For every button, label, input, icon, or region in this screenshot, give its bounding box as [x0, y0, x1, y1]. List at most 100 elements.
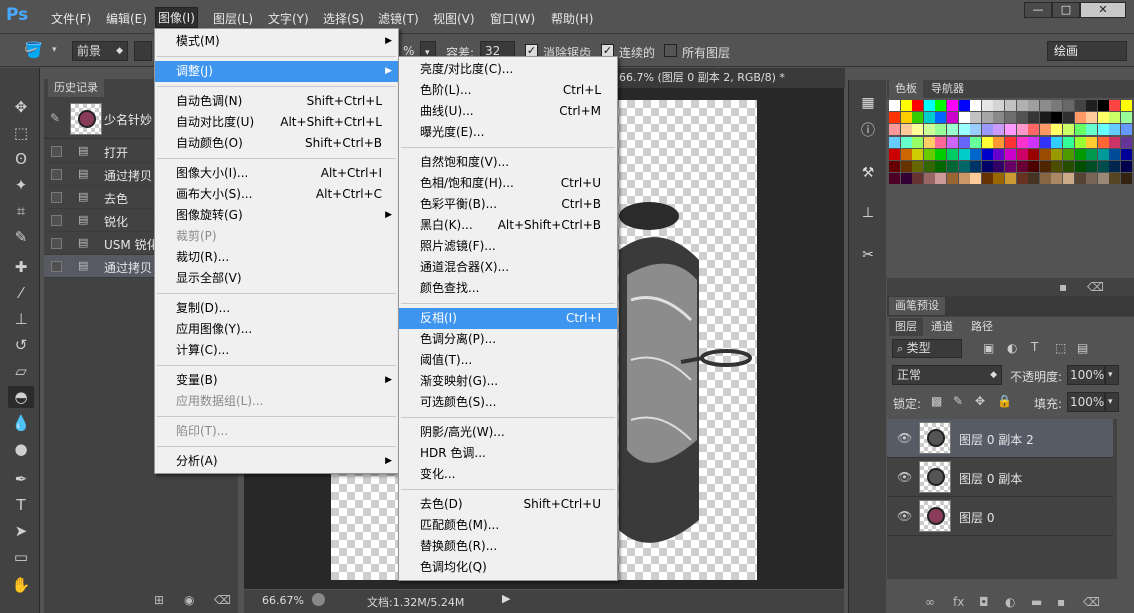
layer-filter-select[interactable]: ⌕ 类型: [892, 339, 962, 358]
menu-layer[interactable]: 图层(L): [213, 10, 253, 27]
color-swatch[interactable]: [889, 124, 900, 136]
image-menu-item-变量[interactable]: 变量(B) ▶: [155, 370, 398, 391]
paint-bucket-tool-icon[interactable]: ◓: [8, 386, 34, 408]
brush-panel-icon[interactable]: ⚒: [857, 162, 879, 184]
color-swatch[interactable]: [1016, 173, 1028, 185]
adjust-menu-item-色调分离[interactable]: 色调分离(P)...: [399, 329, 617, 350]
status-info-icon[interactable]: [312, 593, 325, 606]
color-swatch[interactable]: [923, 161, 935, 172]
pen-tool-icon[interactable]: ✒: [8, 468, 34, 490]
adjust-menu-item-色相-饱和度[interactable]: 色相/饱和度(H)... Ctrl+U: [399, 173, 617, 194]
color-swatch[interactable]: [1086, 173, 1098, 185]
color-swatch[interactable]: [1086, 136, 1098, 148]
color-swatch[interactable]: [970, 112, 982, 124]
snapshot-camera-icon[interactable]: ◉: [184, 593, 194, 607]
menu-filter[interactable]: 滤镜(T): [378, 10, 419, 27]
fx-icon[interactable]: fx: [953, 595, 964, 609]
color-swatch[interactable]: [900, 100, 912, 111]
color-swatch[interactable]: [1005, 148, 1016, 160]
color-swatch[interactable]: [993, 148, 1005, 160]
paint-bucket-icon[interactable]: 🪣: [24, 41, 43, 59]
color-swatch[interactable]: [1028, 136, 1040, 148]
document-tab[interactable]: 66.7% (图层 0 副本 2, RGB/8) *: [615, 68, 845, 88]
pattern-picker[interactable]: [134, 41, 152, 61]
color-swatch[interactable]: [993, 161, 1005, 172]
color-swatch[interactable]: [935, 112, 947, 124]
chevron-down-icon[interactable]: ▾: [52, 45, 57, 55]
color-swatch[interactable]: [1074, 173, 1086, 185]
color-swatch[interactable]: [1121, 136, 1132, 148]
color-swatch[interactable]: [1028, 173, 1040, 185]
color-swatch[interactable]: [923, 173, 935, 185]
color-swatch[interactable]: [912, 112, 924, 124]
color-swatch[interactable]: [1121, 148, 1132, 160]
eyedropper-tool-icon[interactable]: ✎: [8, 226, 34, 248]
info-panel-icon[interactable]: ⓘ: [857, 120, 879, 142]
color-swatch[interactable]: [1039, 112, 1051, 124]
layer-row[interactable]: 👁 图层 0: [887, 497, 1113, 536]
layer-row[interactable]: 👁 图层 0 副本 2: [887, 419, 1113, 458]
color-swatch[interactable]: [1063, 161, 1074, 172]
zoom-level[interactable]: 66.67%: [262, 594, 304, 607]
color-swatch[interactable]: [1063, 100, 1074, 111]
color-swatch[interactable]: [1097, 124, 1109, 136]
color-swatch[interactable]: [981, 124, 993, 136]
visibility-eye-icon[interactable]: 👁: [897, 509, 912, 523]
history-panel-icon[interactable]: ▦: [857, 92, 879, 114]
lock-all-icon[interactable]: 🔒: [997, 394, 1012, 408]
menu-help[interactable]: 帮助(H): [551, 10, 593, 27]
adjust-menu-item-阈值[interactable]: 阈值(T)...: [399, 350, 617, 371]
color-swatch[interactable]: [1016, 100, 1028, 111]
color-swatch[interactable]: [900, 124, 912, 136]
adjust-menu-item-替换颜色[interactable]: 替换颜色(R)...: [399, 536, 617, 557]
color-swatch[interactable]: [1097, 173, 1109, 185]
color-swatch[interactable]: [1051, 173, 1063, 185]
adjust-menu-item-自然饱和度[interactable]: 自然饱和度(V)...: [399, 152, 617, 173]
color-swatch[interactable]: [1109, 112, 1121, 124]
menu-image[interactable]: 图像(I): [155, 7, 198, 28]
color-swatch[interactable]: [1063, 124, 1074, 136]
color-swatch[interactable]: [1039, 173, 1051, 185]
color-swatch[interactable]: [1063, 173, 1074, 185]
color-swatch[interactable]: [923, 136, 935, 148]
color-swatch[interactable]: [1063, 136, 1074, 148]
link-layers-icon[interactable]: ∞: [925, 595, 935, 609]
color-swatch[interactable]: [923, 112, 935, 124]
color-swatch[interactable]: [947, 161, 958, 172]
color-swatch[interactable]: [1121, 161, 1132, 172]
adjust-menu-item-HDR-色调[interactable]: HDR 色调...: [399, 443, 617, 464]
visibility-eye-icon[interactable]: 👁: [897, 431, 912, 445]
color-swatch[interactable]: [1051, 112, 1063, 124]
color-swatch[interactable]: [1039, 136, 1051, 148]
minimize-button[interactable]: —: [1024, 2, 1052, 18]
lasso-tool-icon[interactable]: ʘ: [8, 148, 34, 170]
add-mask-icon[interactable]: ◘: [979, 595, 989, 609]
history-state-checkbox[interactable]: [51, 238, 62, 249]
new-swatch-icon[interactable]: ▪: [1059, 280, 1067, 294]
color-swatch[interactable]: [1097, 100, 1109, 111]
color-swatch[interactable]: [935, 173, 947, 185]
color-swatch[interactable]: [1109, 100, 1121, 111]
color-swatch[interactable]: [1074, 161, 1086, 172]
adjust-menu-item-色阶[interactable]: 色阶(L)... Ctrl+L: [399, 80, 617, 101]
blur-tool-icon[interactable]: 💧: [8, 412, 34, 434]
filter-pixel-icon[interactable]: ▣: [983, 341, 994, 355]
image-menu-item-图像大小[interactable]: 图像大小(I)... Alt+Ctrl+I: [155, 163, 398, 184]
color-swatch[interactable]: [900, 173, 912, 185]
color-swatch[interactable]: [1028, 112, 1040, 124]
adjust-menu-item-颜色查找[interactable]: 颜色查找...: [399, 278, 617, 299]
color-swatch[interactable]: [958, 173, 970, 185]
image-menu-item-应用图像[interactable]: 应用图像(Y)...: [155, 319, 398, 340]
color-swatch[interactable]: [1005, 161, 1016, 172]
history-state-checkbox[interactable]: [51, 261, 62, 272]
layer-opacity-input[interactable]: 100%: [1067, 365, 1105, 385]
rectangle-tool-icon[interactable]: ▭: [8, 546, 34, 568]
color-swatch[interactable]: [1074, 112, 1086, 124]
filter-type-icon[interactable]: T: [1031, 340, 1038, 354]
adjust-menu-item-曝光度[interactable]: 曝光度(E)...: [399, 122, 617, 143]
lock-image-icon[interactable]: ✎: [953, 394, 963, 408]
color-swatch[interactable]: [958, 161, 970, 172]
color-swatch[interactable]: [1121, 173, 1132, 185]
color-swatch[interactable]: [935, 124, 947, 136]
blend-mode-select[interactable]: 正常 ◆: [892, 365, 1002, 385]
